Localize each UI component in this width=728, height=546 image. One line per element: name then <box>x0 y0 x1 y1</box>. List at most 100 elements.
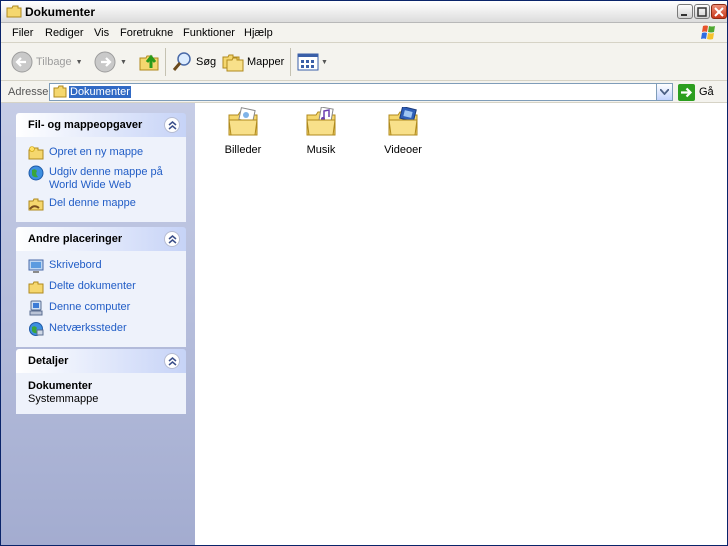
double-chevron-up-icon <box>168 235 177 244</box>
videos-folder-icon <box>388 107 418 136</box>
views-dropdown-icon[interactable]: ▼ <box>321 59 328 66</box>
go-arrow-icon <box>678 83 695 101</box>
address-bar: Adresse Dokumenter Gå <box>1 81 727 103</box>
folder-icon <box>6 5 22 18</box>
collapse-button[interactable] <box>164 353 180 369</box>
task-publish-web[interactable]: Udgiv denne mappe på World Wide Web <box>28 165 186 192</box>
back-button[interactable]: Tilbage ▼ <box>11 47 83 77</box>
collapse-button[interactable] <box>164 117 180 133</box>
address-dropdown-button[interactable] <box>656 84 672 100</box>
panel-body: Dokumenter Systemmappe <box>16 373 186 414</box>
search-label: Søg <box>196 56 217 68</box>
place-label: Netværkssteder <box>49 322 127 334</box>
folder-item-billeder[interactable]: Billeder <box>208 107 278 156</box>
address-value: Dokumenter <box>69 86 131 98</box>
folder-icon <box>53 85 67 98</box>
maximize-icon <box>697 7 707 17</box>
folders-icon <box>222 54 244 72</box>
address-label: Adresse <box>8 86 49 98</box>
place-label: Denne computer <box>49 301 131 313</box>
collapse-button[interactable] <box>164 231 180 247</box>
double-chevron-up-icon <box>168 121 177 130</box>
window-title: Dokumenter <box>25 5 96 19</box>
panel-header[interactable]: Andre placeringer <box>16 227 186 251</box>
network-places-icon <box>29 322 44 336</box>
views-button[interactable]: ▼ <box>297 47 328 77</box>
new-folder-icon <box>28 146 44 160</box>
close-icon <box>714 7 724 17</box>
panel-header[interactable]: Detaljer <box>16 349 186 373</box>
windows-logo-icon <box>701 25 715 40</box>
back-arrow-icon <box>11 51 33 73</box>
close-button[interactable] <box>711 4 727 19</box>
place-network-places[interactable]: Netværkssteder <box>28 321 186 337</box>
panel-body: Skrivebord Delte dokumenter Denne comput… <box>16 251 186 347</box>
menu-hjaelp[interactable]: Hjælp <box>244 27 273 39</box>
up-folder-button[interactable] <box>138 47 162 77</box>
views-icon <box>297 53 319 71</box>
chevron-down-icon <box>660 89 669 95</box>
task-new-folder[interactable]: Opret en ny mappe <box>28 145 186 161</box>
panel-body: Opret en ny mappe Udgiv denne mappe på W… <box>16 137 186 222</box>
folder-label: Videoer <box>384 144 422 156</box>
toolbar: Tilbage ▼ ▼ Søg Mapper ▼ <box>1 43 727 81</box>
folder-item-videoer[interactable]: Videoer <box>368 107 438 156</box>
double-chevron-up-icon <box>168 357 177 366</box>
publish-web-icon <box>28 165 44 181</box>
menu-foretrukne[interactable]: Foretrukne <box>120 27 173 39</box>
folders-button[interactable]: Mapper <box>222 47 284 77</box>
details-type: Systemmappe <box>28 393 99 405</box>
go-button[interactable]: Gå <box>678 83 714 101</box>
go-label: Gå <box>699 86 714 98</box>
pictures-folder-icon <box>228 107 258 136</box>
forward-arrow-icon <box>94 51 116 73</box>
folders-label: Mapper <box>247 56 285 68</box>
folder-label: Billeder <box>224 144 262 156</box>
panel-title: Detaljer <box>28 355 69 367</box>
task-label: Udgiv denne mappe på World Wide Web <box>49 166 163 191</box>
maximize-button[interactable] <box>694 4 710 19</box>
back-label: Tilbage <box>36 56 72 68</box>
panel-header[interactable]: Fil- og mappeopgaver <box>16 113 186 137</box>
forward-button[interactable]: ▼ <box>94 47 127 77</box>
details-name: Dokumenter <box>28 380 93 392</box>
minimize-icon <box>681 14 687 16</box>
address-input[interactable]: Dokumenter <box>49 83 673 101</box>
panel-title: Fil- og mappeopgaver <box>28 119 143 131</box>
menu-filer[interactable]: Filer <box>12 27 33 39</box>
back-dropdown-icon[interactable]: ▼ <box>76 59 83 66</box>
place-label: Skrivebord <box>49 259 102 271</box>
details-panel: Detaljer Dokumenter Systemmappe <box>16 349 186 414</box>
place-desktop[interactable]: Skrivebord <box>28 258 186 274</box>
minimize-button[interactable] <box>677 4 693 19</box>
up-folder-icon <box>139 54 159 71</box>
forward-dropdown-icon[interactable]: ▼ <box>120 59 127 66</box>
desktop-icon <box>28 259 44 273</box>
search-icon <box>172 52 191 71</box>
search-button[interactable]: Søg <box>171 47 216 77</box>
menu-vis[interactable]: Vis <box>94 27 109 39</box>
title-bar[interactable]: Dokumenter <box>1 1 727 23</box>
file-folder-tasks-panel: Fil- og mappeopgaver Opret en ny mappe U… <box>16 113 186 222</box>
shared-documents-icon <box>28 281 44 294</box>
my-computer-icon <box>29 300 43 316</box>
panel-title: Andre placeringer <box>28 233 123 245</box>
task-pane: Fil- og mappeopgaver Opret en ny mappe U… <box>1 103 195 545</box>
folder-label: Musik <box>306 144 336 156</box>
folder-item-musik[interactable]: Musik <box>286 107 356 156</box>
toolbar-separator <box>290 48 291 76</box>
place-my-computer[interactable]: Denne computer <box>28 300 186 316</box>
menu-bar: Filer Rediger Vis Foretrukne Funktioner … <box>1 23 727 43</box>
task-label: Del denne mappe <box>49 197 136 209</box>
folder-content-view[interactable]: Billeder Musik Videoer <box>195 103 727 545</box>
share-folder-icon <box>28 198 44 211</box>
task-share-folder[interactable]: Del denne mappe <box>28 196 186 212</box>
other-places-panel: Andre placeringer Skrivebord Delte dokum… <box>16 227 186 347</box>
place-label: Delte dokumenter <box>49 280 136 292</box>
task-label: Opret en ny mappe <box>49 146 144 158</box>
place-shared-documents[interactable]: Delte dokumenter <box>28 279 186 295</box>
menu-rediger[interactable]: Rediger <box>45 27 84 39</box>
explorer-window: Dokumenter Filer Rediger Vis Foretrukne … <box>0 0 728 546</box>
menu-funktioner[interactable]: Funktioner <box>183 27 235 39</box>
music-folder-icon <box>306 107 336 136</box>
